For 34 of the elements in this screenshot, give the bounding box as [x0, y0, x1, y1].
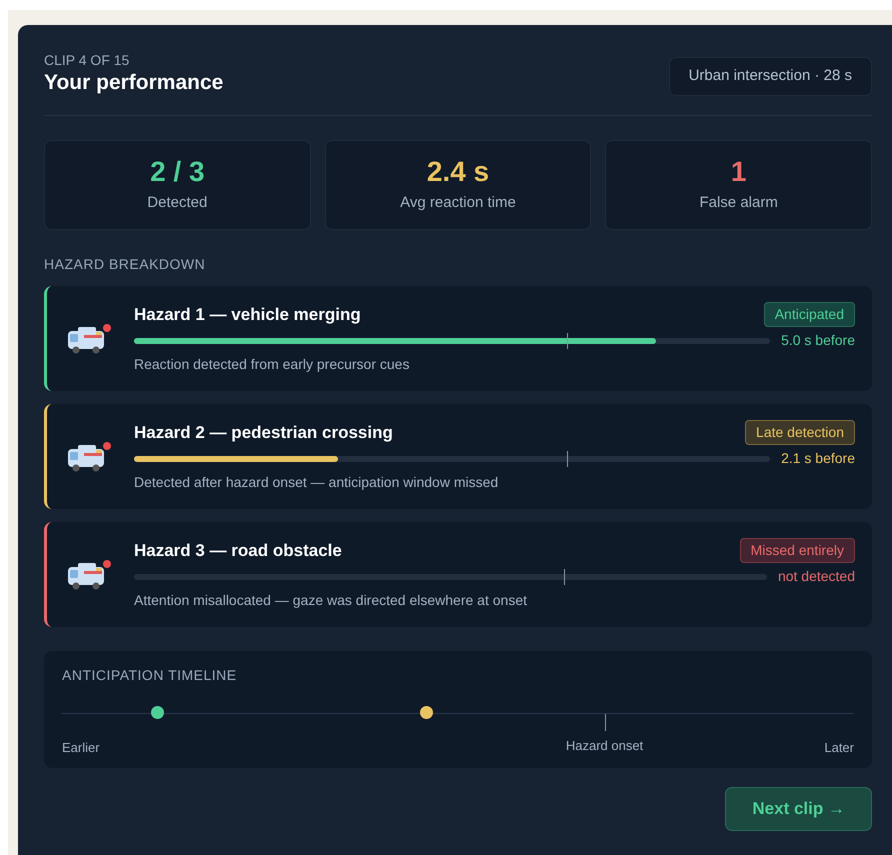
stat-label: Avg reaction time [400, 193, 516, 214]
truck-icon [66, 322, 112, 354]
section-heading: ANTICIPATION TIMELINE [62, 666, 238, 685]
reaction-reading: 5.0 s before [781, 331, 855, 350]
onset-tick [566, 332, 568, 348]
truck-icon [66, 558, 112, 590]
stat-value: 1 [730, 155, 746, 190]
hazard-note: Reaction detected from early precursor cues [134, 354, 410, 374]
stat-label: Detected [147, 193, 208, 214]
onset-tick [604, 714, 606, 731]
hazard-title: Hazard 3 — road obstacle [134, 540, 342, 562]
timeline-label: Earlier [62, 739, 100, 757]
status-badge: Anticipated [764, 302, 855, 327]
hazard-title: Hazard 1 — vehicle merging [134, 304, 361, 326]
hazard-title: Hazard 2 — pedestrian crossing [134, 422, 393, 444]
onset-tick [566, 450, 568, 466]
stat-value: 2.4 s [426, 155, 490, 190]
reaction-reading: not detected [778, 567, 855, 586]
clip-counter: CLIP 4 OF 15 [44, 51, 130, 69]
reaction-reading: 2.1 s before [781, 449, 855, 468]
timeline-label: Later [824, 739, 854, 757]
hazard-note: Detected after hazard onset — anticipation window missed [134, 472, 500, 492]
section-heading: HAZARD BREAKDOWN [44, 255, 206, 274]
stat-label: False alarm [699, 193, 778, 214]
timeline-label: Hazard onset [566, 737, 644, 755]
stat-value: 2 / 3 [150, 155, 205, 190]
page-title: Your performance [44, 70, 224, 96]
truck-icon [66, 440, 112, 472]
hazard-note: Attention misallocated — gaze was directed elsewhere at onset [134, 590, 528, 610]
clip-tag: Urban intersection · 28 s [668, 57, 872, 96]
next-clip-button[interactable]: Next clip → [725, 787, 872, 831]
status-badge: Late detection [745, 420, 855, 445]
onset-tick [564, 568, 566, 584]
status-badge: Missed entirely [740, 538, 855, 563]
